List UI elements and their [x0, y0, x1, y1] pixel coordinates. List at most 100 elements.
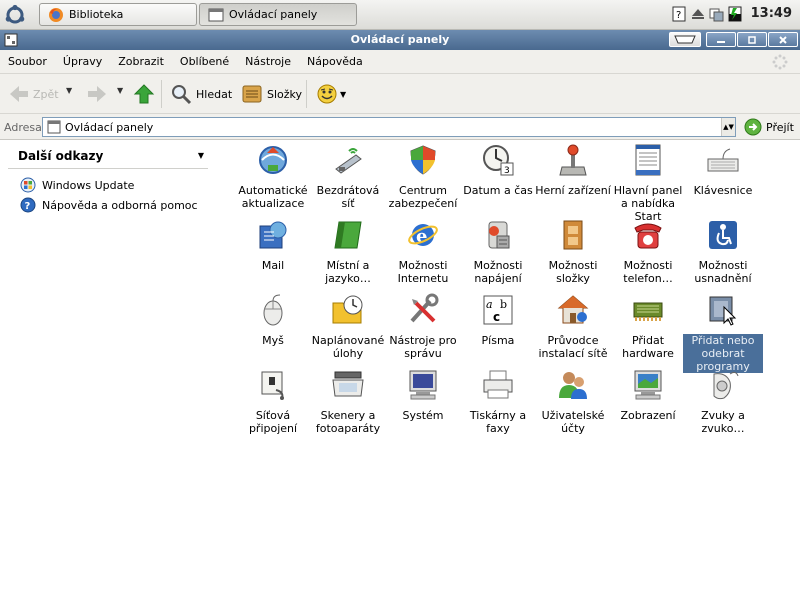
svg-text:3: 3 — [504, 166, 510, 176]
cp-item-power-options[interactable]: Možnosti napájení — [458, 218, 538, 285]
toolbar: Zpět ▼ ▼ Hledat Složky ▼ — [0, 74, 800, 114]
cp-item-add-hardware[interactable]: Přidat hardware — [608, 293, 688, 360]
sidebar-link-help[interactable]: ? Nápověda a odborná pomoc — [20, 197, 198, 213]
cp-item-admin-tools[interactable]: Nástroje pro správu — [383, 293, 463, 360]
joystick-icon — [559, 144, 587, 176]
cp-item-label: Centrum zabezpečení — [388, 184, 458, 210]
forward-button[interactable] — [86, 83, 108, 105]
cp-item-phone-modem[interactable]: Možnosti telefon… — [608, 218, 688, 285]
accessibility-icon — [709, 221, 737, 249]
menu-nastroje[interactable]: Nástroje — [245, 55, 291, 68]
clock[interactable]: 13:49 — [751, 6, 792, 21]
regional-icon — [334, 221, 362, 249]
search-button[interactable]: Hledat — [170, 83, 232, 105]
cp-item-label: Zvuky a zvuko… — [701, 409, 745, 435]
cp-item-sounds-audio[interactable]: Zvuky a zvuko… — [683, 368, 763, 435]
cp-item-display[interactable]: Zobrazení — [608, 368, 688, 422]
forward-arrow-icon — [88, 86, 106, 102]
task-label: Biblioteka — [69, 8, 124, 21]
menu-bar: Soubor Úpravy Zobrazit Oblíbené Nástroje… — [0, 50, 800, 74]
up-arrow-icon — [133, 84, 155, 104]
network-wizard-icon — [557, 295, 589, 324]
cp-item-keyboard[interactable]: Klávesnice — [683, 143, 763, 197]
folders-button[interactable]: Složky — [241, 83, 302, 105]
go-button[interactable]: Přejít — [744, 118, 794, 136]
cp-item-printers-faxes[interactable]: Tiskárny a faxy — [458, 368, 538, 435]
toolbar-separator — [306, 80, 307, 108]
window-icon — [208, 8, 224, 21]
maximize-button[interactable] — [737, 32, 767, 47]
sidebar-section-header[interactable]: Další odkazy ▼ — [8, 149, 208, 169]
cp-item-accessibility[interactable]: Možnosti usnadnění — [683, 218, 763, 285]
window-titlebar[interactable]: Ovládací panely — [0, 30, 800, 50]
cp-item-label: Možnosti Internetu — [397, 259, 449, 285]
menu-zobrazit[interactable]: Zobrazit — [118, 55, 164, 68]
task-biblioteka[interactable]: Biblioteka — [39, 3, 197, 26]
go-arrow-icon — [744, 118, 762, 136]
menu-soubor[interactable]: Soubor — [8, 55, 47, 68]
minimize-button[interactable] — [706, 32, 736, 47]
menu-napoveda[interactable]: Nápověda — [307, 55, 363, 68]
system-tray: ? — [672, 6, 743, 22]
windows-update-icon — [20, 177, 36, 193]
cp-item-label: Uživatelské účty — [541, 409, 605, 435]
cp-item-scanners-cameras[interactable]: Skenery a fotoaparáty — [308, 368, 388, 435]
ubuntu-menu-icon[interactable] — [4, 4, 26, 26]
search-icon — [172, 85, 192, 105]
menu-upravy[interactable]: Úpravy — [63, 55, 102, 68]
svg-text:?: ? — [676, 10, 681, 21]
views-button[interactable]: ▼ — [316, 83, 346, 105]
cp-item-network-connections[interactable]: Síťová připojení — [233, 368, 313, 435]
back-button[interactable]: Zpět — [8, 83, 59, 105]
cp-item-taskbar-start[interactable]: Hlavní panel a nabídka Start — [608, 143, 688, 223]
cp-item-mouse[interactable]: Myš — [233, 293, 313, 347]
cp-item-system[interactable]: Systém — [383, 368, 463, 422]
help-icon[interactable]: ? — [672, 6, 686, 22]
cp-item-internet-options[interactable]: e Možnosti Internetu — [383, 218, 463, 285]
back-history-dropdown[interactable]: ▼ — [66, 86, 72, 95]
battery-icon[interactable] — [727, 6, 743, 22]
cp-item-game-controllers[interactable]: Herní zařízení — [533, 143, 613, 197]
add-hardware-icon — [633, 302, 663, 321]
eject-icon[interactable] — [690, 6, 706, 22]
cp-item-scheduled-tasks[interactable]: Naplánované úlohy — [308, 293, 388, 360]
cp-item-label: Síťová připojení — [248, 409, 298, 435]
sidebar-link-windows-update[interactable]: Windows Update — [20, 177, 134, 193]
cp-item-label: Místní a jazyko… — [325, 259, 371, 285]
cp-item-label: Herní zařízení — [535, 184, 611, 197]
user-accounts-icon — [559, 372, 587, 399]
cp-item-label: Zobrazení — [620, 409, 676, 422]
search-label: Hledat — [196, 87, 233, 101]
collapse-icon: ▼ — [197, 151, 204, 160]
cp-item-automatic-updates[interactable]: Automatické aktualizace — [233, 143, 313, 210]
cp-item-fonts[interactable]: abc Písma — [458, 293, 538, 347]
cp-item-wireless[interactable]: Bezdrátová síť — [308, 143, 388, 210]
maximize-icon — [748, 35, 756, 44]
shade-button[interactable] — [669, 32, 701, 47]
display-icon — [634, 370, 662, 400]
cp-item-mail[interactable]: Mail — [233, 218, 313, 272]
sidebar: Další odkazy ▼ Windows Update ? Nápověda… — [0, 141, 222, 600]
address-dropdown-button[interactable]: ▲▼ — [721, 118, 735, 136]
svg-text:b: b — [500, 298, 507, 311]
task-ovladaci-panely[interactable]: Ovládací panely — [199, 3, 357, 26]
address-input[interactable]: Ovládací panely ▲▼ — [42, 117, 736, 137]
cp-item-folder-options[interactable]: Možnosti složky — [533, 218, 613, 285]
cp-item-label: Možnosti usnadnění — [694, 259, 752, 285]
menu-oblibene[interactable]: Oblíbené — [180, 55, 229, 68]
cp-item-user-accounts[interactable]: Uživatelské účty — [533, 368, 613, 435]
address-label: Adresa — [4, 121, 42, 134]
up-button[interactable] — [133, 83, 155, 105]
network-icon[interactable] — [709, 6, 725, 22]
auto-update-icon — [259, 146, 287, 174]
cp-item-add-remove-programs[interactable]: Přidat nebo odebrat programy — [683, 293, 763, 373]
cp-item-security-center[interactable]: Centrum zabezpečení — [383, 143, 463, 210]
mouse-icon — [263, 294, 283, 326]
cp-item-network-wizard[interactable]: Průvodce instalací sítě — [533, 293, 613, 360]
close-button[interactable] — [768, 32, 798, 47]
close-icon — [779, 35, 787, 44]
taskbar-icon — [635, 144, 661, 176]
forward-history-dropdown[interactable]: ▼ — [117, 86, 123, 95]
cp-item-date-time[interactable]: 3 Datum a čas — [458, 143, 538, 197]
cp-item-regional[interactable]: Místní a jazyko… — [308, 218, 388, 285]
